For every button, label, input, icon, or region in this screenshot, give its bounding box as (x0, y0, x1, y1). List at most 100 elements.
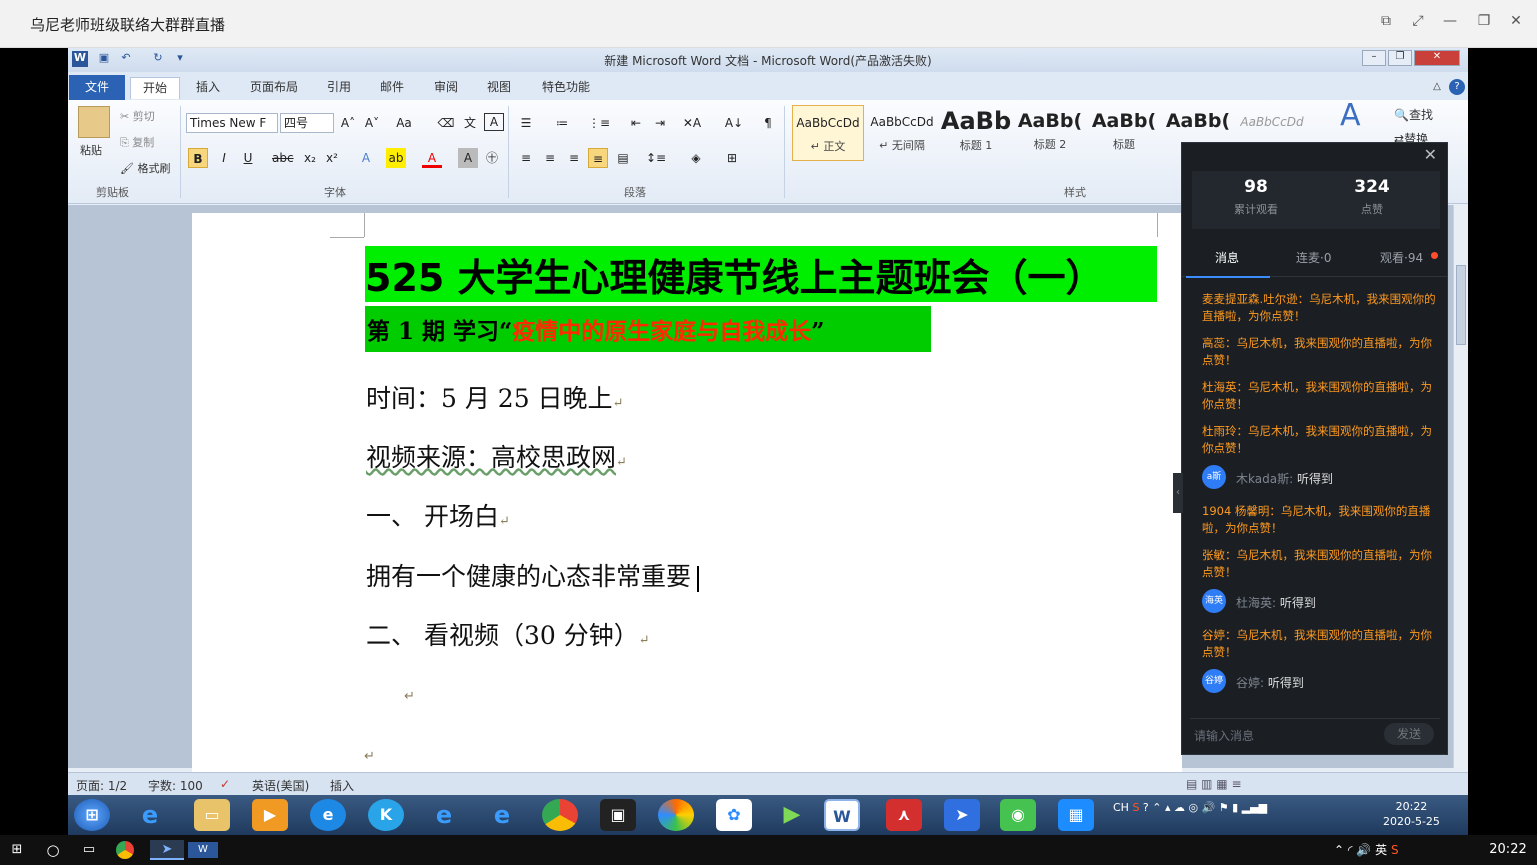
task-view-icon[interactable]: ▭ (78, 840, 100, 860)
avatar[interactable]: 海英 (1202, 589, 1226, 613)
fullscreen-icon[interactable]: ⤢ (1408, 13, 1428, 29)
insert-mode[interactable]: 插入 (330, 777, 354, 794)
character-border-icon[interactable]: A (484, 113, 504, 131)
avatar[interactable]: 谷婷 (1202, 669, 1226, 693)
enclose-characters-icon[interactable]: ㊉ (482, 148, 502, 168)
word-taskbar-icon[interactable]: W (188, 842, 218, 858)
scrollbar-thumb[interactable] (1456, 265, 1466, 345)
highlight-icon[interactable]: ab (386, 148, 406, 168)
tab-home[interactable]: 开始 (130, 77, 180, 99)
language-indicator[interactable]: 英语(美国) (252, 777, 309, 794)
tab-co-host[interactable]: 连麦·0 (1296, 249, 1331, 266)
italic-icon[interactable]: I (214, 148, 234, 168)
start-orb-icon[interactable]: ⊞ (74, 799, 110, 831)
tab-view[interactable]: 视图 (484, 77, 514, 99)
tab-review[interactable]: 审阅 (431, 77, 461, 99)
style-normal[interactable]: AaBbCcDd ↵ 正文 (792, 105, 864, 161)
paste-button[interactable]: 粘贴 (80, 142, 102, 158)
ie-icon[interactable]: e (132, 799, 168, 831)
chinese-layout-icon[interactable]: ✕A (682, 113, 702, 133)
search-icon[interactable]: ○ (42, 840, 64, 860)
send-button[interactable]: 发送 (1384, 723, 1434, 745)
tab-messages[interactable]: 消息 (1215, 249, 1239, 266)
superscript-icon[interactable]: x² (322, 148, 342, 168)
grow-font-icon[interactable]: A˄ (338, 113, 358, 133)
chrome-icon[interactable] (116, 841, 134, 859)
pdf-icon[interactable]: ⋏ (886, 799, 922, 831)
pin-icon[interactable]: ⧉ (1376, 13, 1396, 29)
chrome-icon[interactable] (542, 799, 578, 831)
shrink-font-icon[interactable]: A˅ (362, 113, 382, 133)
avatar[interactable]: a斯 (1202, 465, 1226, 489)
phonetic-guide-icon[interactable]: 文 (460, 113, 480, 133)
wechat-icon[interactable]: ◉ (1000, 799, 1036, 831)
tab-page-layout[interactable]: 页面布局 (246, 77, 302, 99)
os-clock[interactable]: 20:22 (1486, 840, 1530, 860)
media-player-icon[interactable]: ▶ (252, 799, 288, 831)
windows-start-icon[interactable]: ⊞ (6, 840, 28, 860)
strikethrough-icon[interactable]: abc (272, 148, 294, 168)
restore-icon[interactable]: ❐ (1474, 13, 1494, 29)
video-call-icon[interactable]: ▣ (600, 799, 636, 831)
calendar-app-icon[interactable]: ▦ (1058, 799, 1094, 831)
live-panel-close-icon[interactable]: ✕ (1424, 145, 1437, 164)
sogou-icon[interactable]: S (1132, 801, 1139, 814)
k-app-icon[interactable]: K (368, 799, 404, 831)
word-restore-button[interactable]: ❐ (1388, 50, 1412, 66)
style-heading-1[interactable]: AaBb 标题 1 (940, 105, 1012, 161)
justify-icon[interactable]: ≡ (588, 148, 608, 168)
find-button[interactable]: 🔍查找 (1394, 106, 1433, 123)
bullets-icon[interactable]: ☰ (516, 113, 536, 133)
dingtalk-icon[interactable]: ➤ (944, 799, 980, 831)
tab-special-features[interactable]: 特色功能 (538, 77, 594, 99)
proofing-icon[interactable]: ✓ (220, 777, 230, 791)
clear-format-icon[interactable]: ⌫ (436, 113, 456, 133)
ie-icon[interactable]: e (484, 799, 520, 831)
change-styles-icon[interactable]: A (1340, 101, 1361, 140)
word-close-button[interactable]: ✕ (1414, 50, 1460, 66)
cloud-app-icon[interactable]: ✿ (716, 799, 752, 831)
tab-viewers[interactable]: 观看·94 (1380, 249, 1423, 266)
view-buttons[interactable]: ▤ ▥ ▦ ≡ (1186, 777, 1242, 791)
paste-icon[interactable] (78, 106, 110, 138)
shading-icon[interactable]: ◈ (686, 148, 706, 168)
tab-mailings[interactable]: 邮件 (377, 77, 407, 99)
ie-icon[interactable]: e (426, 799, 462, 831)
cut-button[interactable]: ✂ 剪切 (120, 108, 155, 124)
word-count[interactable]: 字数: 100 (148, 777, 203, 794)
style-heading-2[interactable]: AaBb( 标题 2 (1014, 105, 1086, 161)
vertical-scrollbar[interactable] (1453, 205, 1468, 768)
minimize-icon[interactable]: — (1440, 13, 1460, 29)
align-left-icon[interactable]: ≡ (516, 148, 536, 168)
multilevel-list-icon[interactable]: ⋮≡ (588, 113, 610, 133)
word-minimize-button[interactable]: – (1362, 50, 1386, 66)
align-right-icon[interactable]: ≡ (564, 148, 584, 168)
font-name-select[interactable]: Times New F (186, 113, 278, 133)
copy-button[interactable]: ⎘ 复制 (120, 134, 154, 150)
align-center-icon[interactable]: ≡ (540, 148, 560, 168)
tab-file[interactable]: 文件 (69, 75, 125, 100)
font-color-icon[interactable]: A (422, 148, 442, 168)
explorer-icon[interactable]: ▭ (194, 799, 230, 831)
word-taskbar-icon[interactable]: W (824, 799, 860, 831)
format-painter-button[interactable]: 🖌 格式刷 (120, 160, 170, 176)
remote-ime[interactable]: CH (1113, 801, 1129, 814)
page-count[interactable]: 页面: 1/2 (76, 777, 127, 794)
change-case-icon[interactable]: Aa (394, 113, 414, 133)
show-marks-icon[interactable]: ¶ (758, 113, 778, 133)
text-effects-icon[interactable]: A (356, 148, 376, 168)
tab-references[interactable]: 引用 (324, 77, 354, 99)
subscript-icon[interactable]: x₂ (300, 148, 320, 168)
help-icon[interactable]: ? (1449, 79, 1465, 95)
colorful-app-icon[interactable] (658, 799, 694, 831)
style-no-spacing[interactable]: AaBbCcDd ↵ 无间隔 (866, 105, 938, 161)
distributed-icon[interactable]: ▤ (613, 148, 633, 168)
bold-icon[interactable]: B (188, 148, 208, 168)
font-size-select[interactable]: 四号 (280, 113, 334, 133)
style-title[interactable]: AaBb( 标题 (1088, 105, 1160, 161)
numbering-icon[interactable]: ≔ (552, 113, 572, 133)
sort-icon[interactable]: A↓ (724, 113, 744, 133)
remote-clock[interactable]: 20:22 2020-5-25 (1383, 799, 1440, 829)
underline-icon[interactable]: U (238, 148, 258, 168)
increase-indent-icon[interactable]: ⇥ (650, 113, 670, 133)
